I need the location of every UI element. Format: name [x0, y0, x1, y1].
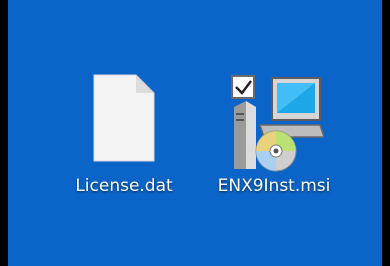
- desktop[interactable]: License.dat ENX9Inst.msi: [8, 0, 382, 266]
- blank-file-icon: [90, 73, 158, 165]
- icon-label: ENX9Inst.msi: [217, 176, 331, 196]
- desktop-icon-license-dat[interactable]: License.dat: [58, 73, 190, 196]
- screen: License.dat ENX9Inst.msi: [0, 0, 390, 266]
- icon-label: License.dat: [75, 176, 173, 196]
- msi-installer-icon: [224, 73, 326, 173]
- desktop-icon-enx9inst-msi[interactable]: ENX9Inst.msi: [208, 73, 340, 196]
